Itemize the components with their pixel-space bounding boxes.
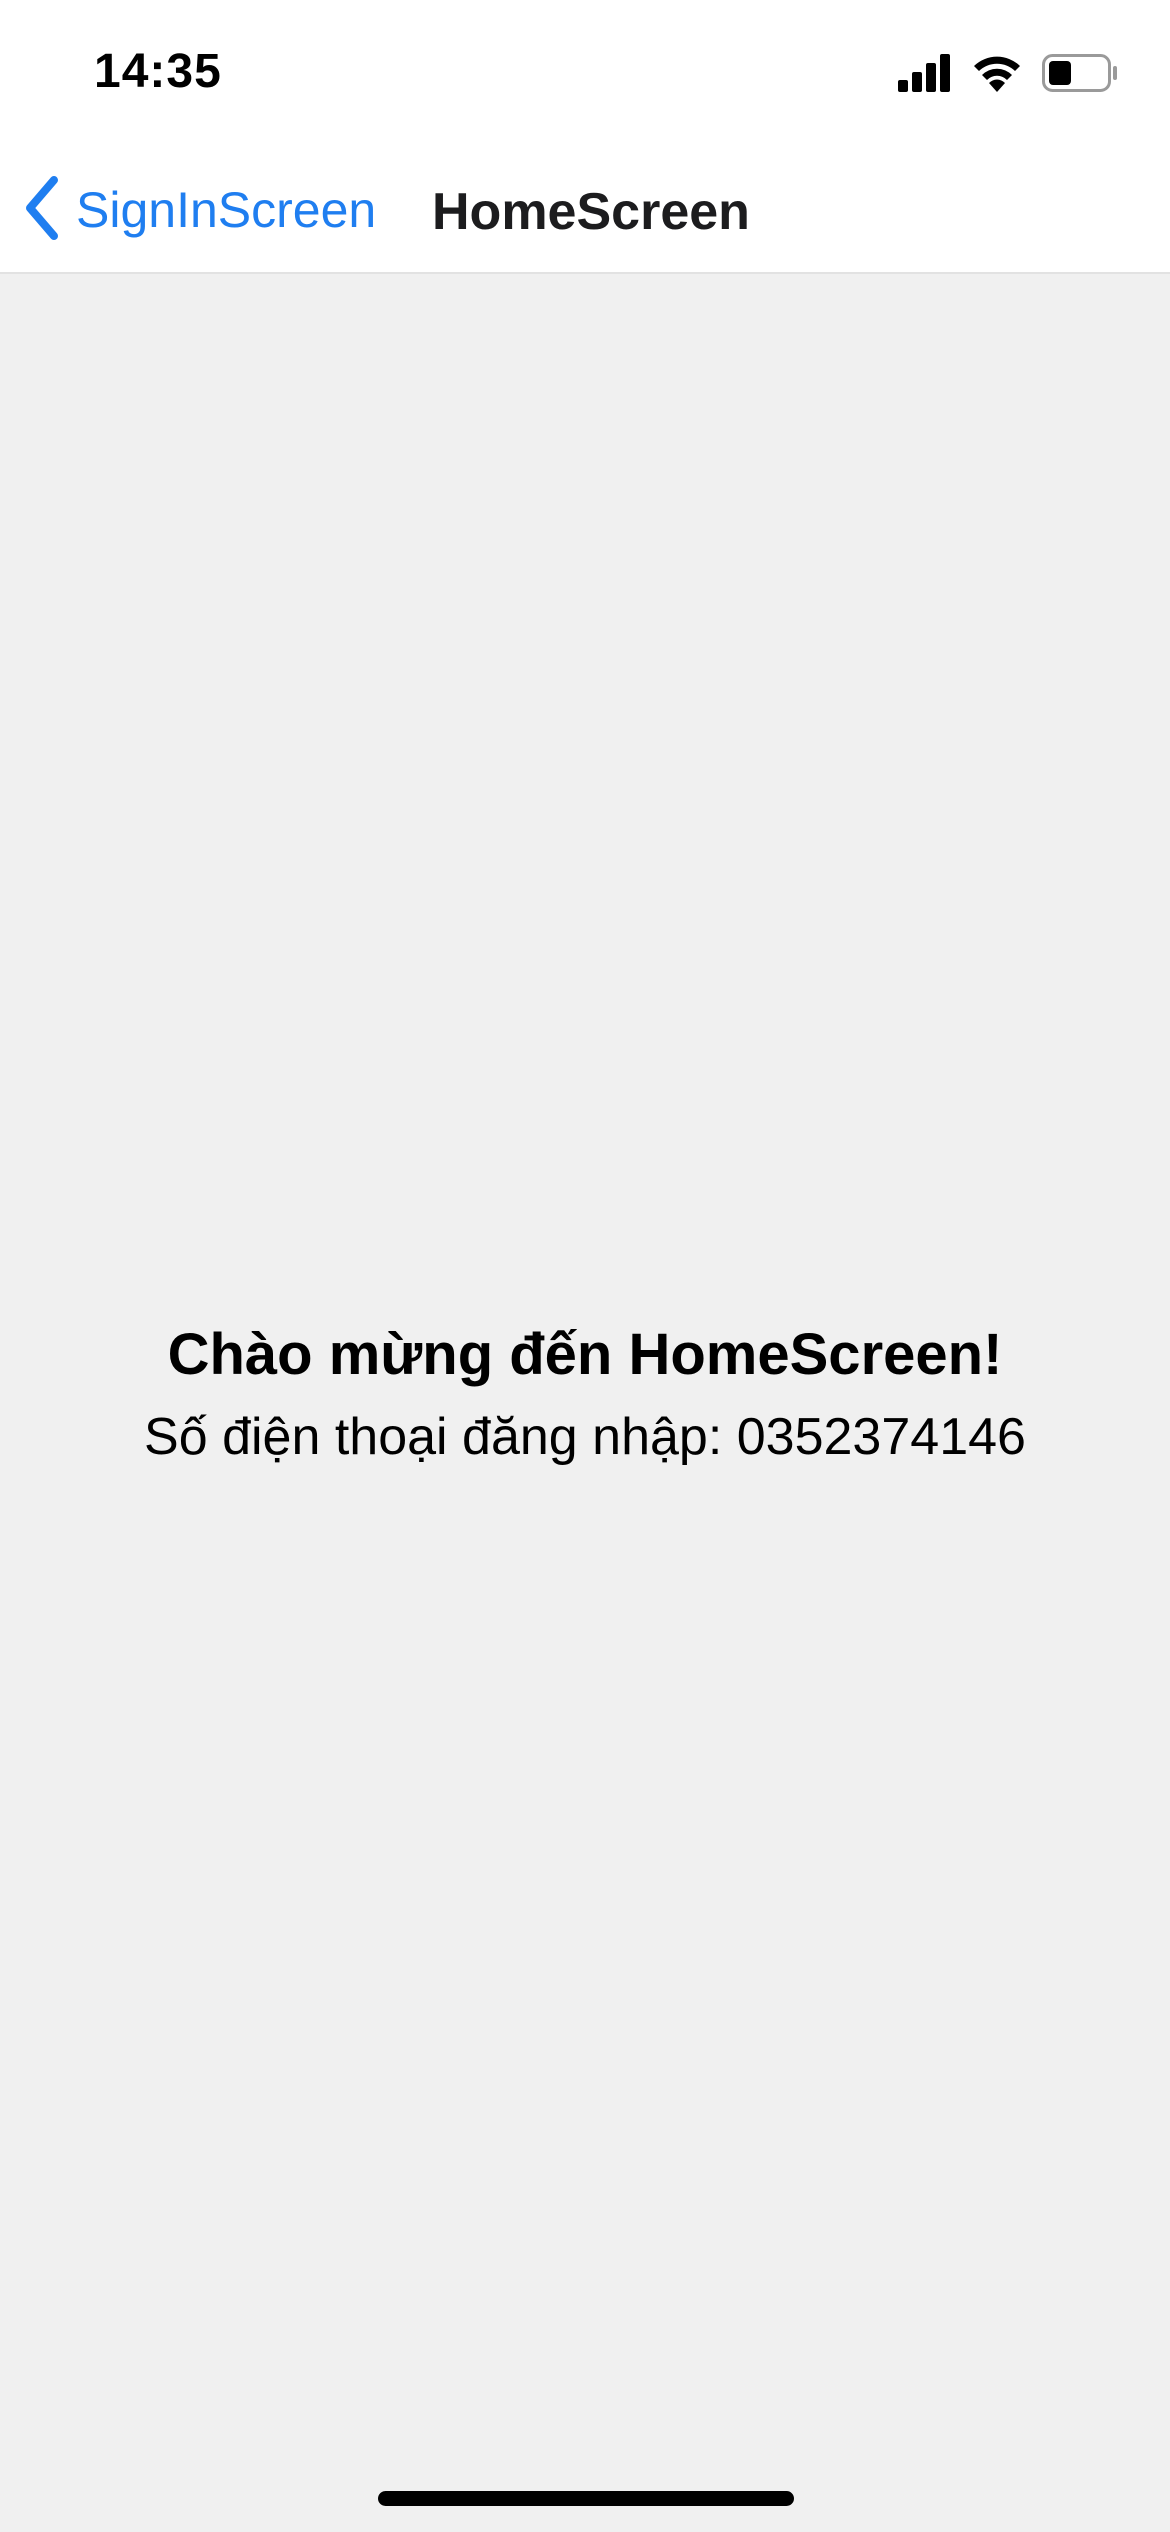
welcome-heading: Chào mừng đến HomeScreen! <box>167 1322 1003 1387</box>
home-indicator[interactable] <box>378 2491 794 2506</box>
home-screen: 14:35 SignInScreen HomeScreen Chào mừng … <box>0 0 1170 2532</box>
back-button[interactable]: SignInScreen <box>22 174 376 246</box>
login-phone-text: Số điện thoại đăng nhập: 0352374146 <box>144 1408 1026 1466</box>
wifi-icon <box>972 54 1022 97</box>
back-button-label: SignInScreen <box>76 182 377 238</box>
navigation-bar: SignInScreen HomeScreen <box>0 146 1170 274</box>
battery-level-fill <box>1049 61 1071 85</box>
page-title: HomeScreen <box>432 183 750 241</box>
main-content: Chào mừng đến HomeScreen! Số điện thoại … <box>0 1310 1170 1472</box>
cellular-signal-icon <box>898 54 952 97</box>
chevron-left-icon <box>22 175 62 245</box>
status-time: 14:35 <box>94 45 222 98</box>
status-bar: 14:35 <box>0 0 1170 146</box>
status-icons <box>898 54 1118 97</box>
battery-icon <box>1042 54 1118 97</box>
